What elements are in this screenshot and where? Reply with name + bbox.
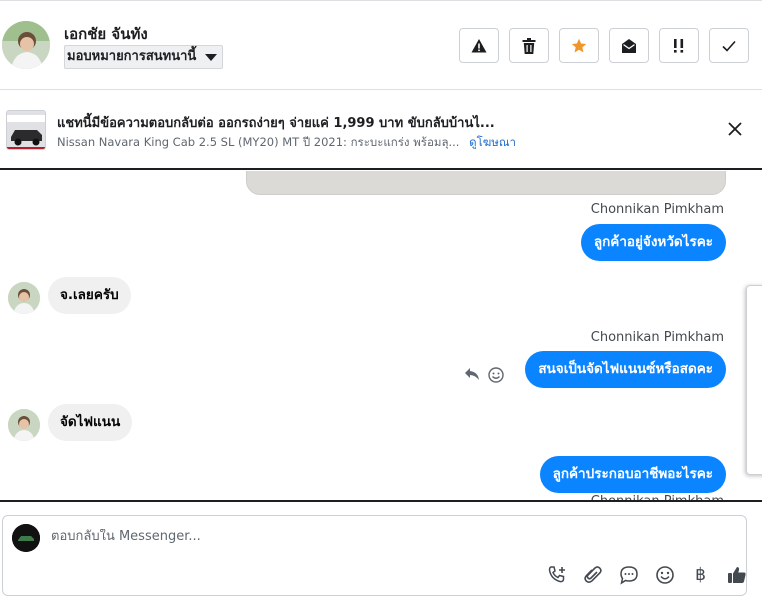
ad-subtitle: Nissan Navara King Cab 2.5 SL (MY20) MT … (57, 134, 516, 152)
mark-important-button[interactable] (659, 28, 699, 63)
close-icon[interactable] (726, 120, 744, 138)
contact-name[interactable]: เอกชัย จันทัง (64, 22, 148, 46)
composer-tools: ฿ (545, 563, 748, 586)
mark-done-button[interactable] (709, 28, 749, 63)
contact-avatar-small (8, 409, 40, 441)
message-thread[interactable]: Chonnikan Pimkham ลูกค้าอยู่จังหวัดไรคะ … (0, 171, 762, 502)
outgoing-message[interactable]: สนจเป็นจัดไฟแนนซ์หรือสดคะ (525, 351, 726, 388)
contact-avatar-small (8, 282, 40, 314)
message-actions (464, 367, 504, 383)
mark-unread-button[interactable] (609, 28, 649, 63)
report-spam-button[interactable] (459, 28, 499, 63)
emoji-icon[interactable] (653, 563, 676, 586)
check-icon (722, 40, 736, 52)
star-icon (571, 38, 587, 52)
ad-title: แชทนี้มีข้อความตอบกลับต่อ ออกรถง่ายๆ จ่า… (57, 116, 495, 131)
open-envelope-icon (622, 38, 636, 53)
sender-name: Chonnikan Pimkham (590, 202, 724, 217)
page-avatar (12, 524, 40, 552)
thumbs-up-icon[interactable] (725, 563, 748, 586)
view-ad-link[interactable]: ดูโฆษณา (469, 135, 516, 149)
reply-input[interactable] (51, 529, 651, 544)
ad-description: Nissan Navara King Cab 2.5 SL (MY20) MT … (57, 135, 460, 149)
shared-photo[interactable] (246, 171, 726, 195)
phone-plus-icon[interactable] (545, 563, 568, 586)
assign-conversation-dropdown[interactable]: มอบหมายการสนทนานี้ (64, 45, 224, 69)
warning-icon (471, 38, 487, 52)
paperclip-icon[interactable] (581, 563, 604, 586)
sender-name: Chonnikan Pimkham (590, 494, 724, 502)
outgoing-message[interactable]: ลูกค้าอยู่จังหวัดไรคะ (580, 224, 726, 261)
collapsed-side-panel[interactable] (746, 285, 762, 475)
ad-context-bar: แชทนี้มีข้อความตอบกลับต่อ ออกรถง่ายๆ จ่า… (0, 90, 762, 170)
trash-icon (522, 37, 536, 54)
contact-avatar[interactable] (2, 21, 50, 69)
exclamation-icon (674, 38, 684, 53)
reply-icon[interactable] (464, 367, 480, 381)
baht-icon[interactable]: ฿ (689, 563, 712, 586)
react-emoji-icon[interactable] (488, 367, 504, 383)
ad-thumbnail[interactable] (6, 110, 46, 150)
assign-label: มอบหมายการสนทนานี้ (67, 49, 197, 64)
sender-name: Chonnikan Pimkham (590, 330, 724, 345)
conversation-header: เอกชัย จันทัง มอบหมายการสนทนานี้ (0, 0, 762, 90)
conversation-actions (459, 28, 749, 63)
incoming-message[interactable]: จ.เลยครับ (48, 277, 131, 314)
reply-composer: ฿ (2, 515, 747, 596)
caret-down-icon (205, 54, 218, 61)
saved-reply-icon[interactable] (617, 563, 640, 586)
star-button[interactable] (559, 28, 599, 63)
incoming-message[interactable]: จัดไฟแนน (48, 404, 133, 441)
outgoing-message[interactable]: ลูกค้าประกอบอาชีพอะไรคะ (539, 456, 726, 493)
delete-button[interactable] (509, 28, 549, 63)
